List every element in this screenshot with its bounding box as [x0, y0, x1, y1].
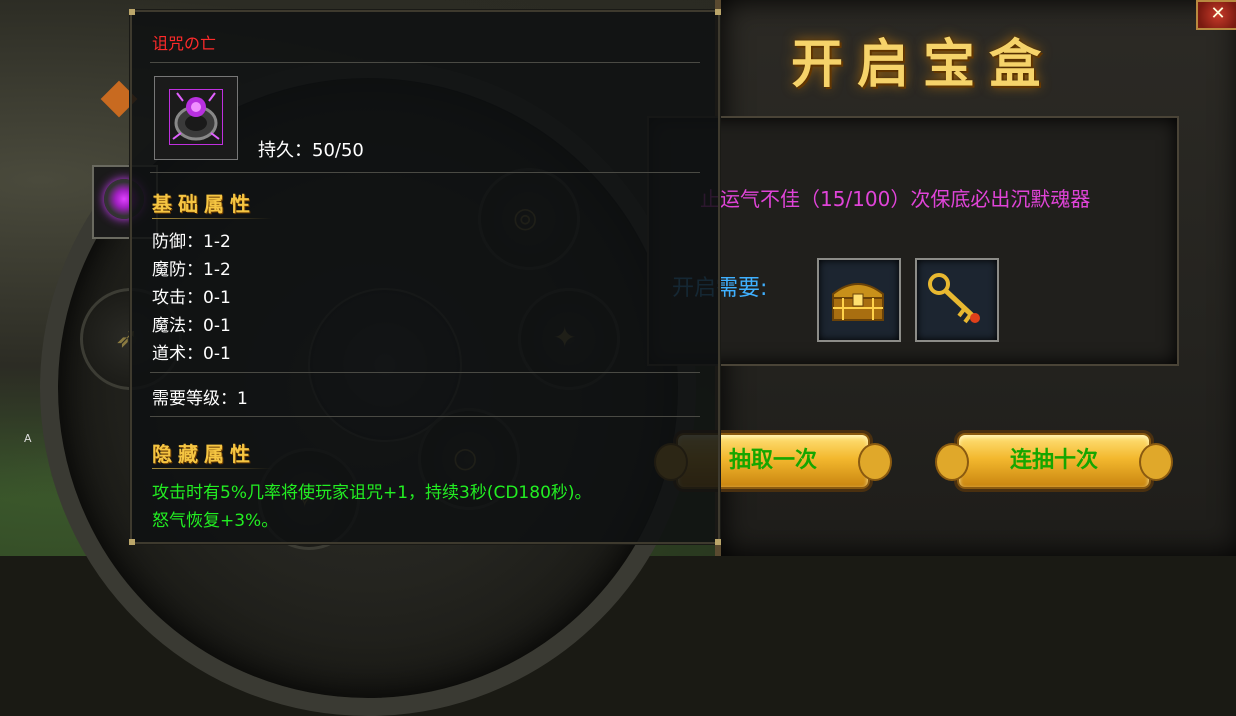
- draw-ten-button[interactable]: 连抽十次: [935, 433, 1173, 489]
- item-durability: 持久：50/50: [258, 140, 364, 161]
- required-level: 需要等级：1: [152, 389, 248, 409]
- cursed-ring-icon: [169, 89, 223, 145]
- hidden-effect-rage: 怒气恢复+3%。: [152, 511, 279, 531]
- divider: [150, 416, 700, 417]
- hidden-attributes-title: 隐藏属性: [152, 442, 256, 466]
- stat-magic-defense: 魔防：1-2: [152, 260, 231, 280]
- stat-defense: 防御：1-2: [152, 232, 231, 252]
- golden-key-icon: [928, 273, 980, 324]
- stat-taoism: 道术：0-1: [152, 344, 231, 364]
- compass-a-label: A: [24, 432, 32, 445]
- draw-ten-label: 连抽十次: [1009, 448, 1098, 473]
- tooltip-corner: [129, 539, 135, 545]
- draw-once-label: 抽取一次: [728, 448, 817, 473]
- divider: [150, 172, 700, 173]
- item-icon-frame: [154, 76, 238, 160]
- divider: [150, 62, 700, 63]
- stat-attack: 攻击：0-1: [152, 288, 231, 308]
- base-attributes-title: 基础属性: [152, 192, 256, 216]
- tooltip-corner: [715, 539, 721, 545]
- tooltip-corner: [129, 9, 135, 15]
- item-tooltip: 诅咒の亡 持久：50/50 基础属性 防御：1-2 魔防：1-2 攻击：0-1 …: [129, 9, 721, 545]
- section-rule: [152, 218, 272, 219]
- section-rule: [152, 468, 272, 469]
- tooltip-corner: [715, 9, 721, 15]
- window-title: 开启宝盒: [790, 34, 1055, 95]
- close-icon[interactable]: ✕: [1196, 0, 1236, 30]
- treasure-chest-icon: [832, 283, 884, 321]
- stat-magic: 魔法：0-1: [152, 316, 231, 336]
- required-item-key-slot[interactable]: [915, 258, 999, 342]
- required-item-chest-slot[interactable]: [817, 258, 901, 342]
- chest-content-panel: [647, 116, 1179, 366]
- divider: [150, 372, 700, 373]
- hidden-effect-curse: 攻击时有5%几率将使玩家诅咒+1，持续3秒(CD180秒)。: [152, 483, 592, 503]
- pity-counter-text: 止运气不佳（15/100）次保底必出沉默魂器: [700, 187, 1091, 211]
- item-name: 诅咒の亡: [152, 34, 217, 53]
